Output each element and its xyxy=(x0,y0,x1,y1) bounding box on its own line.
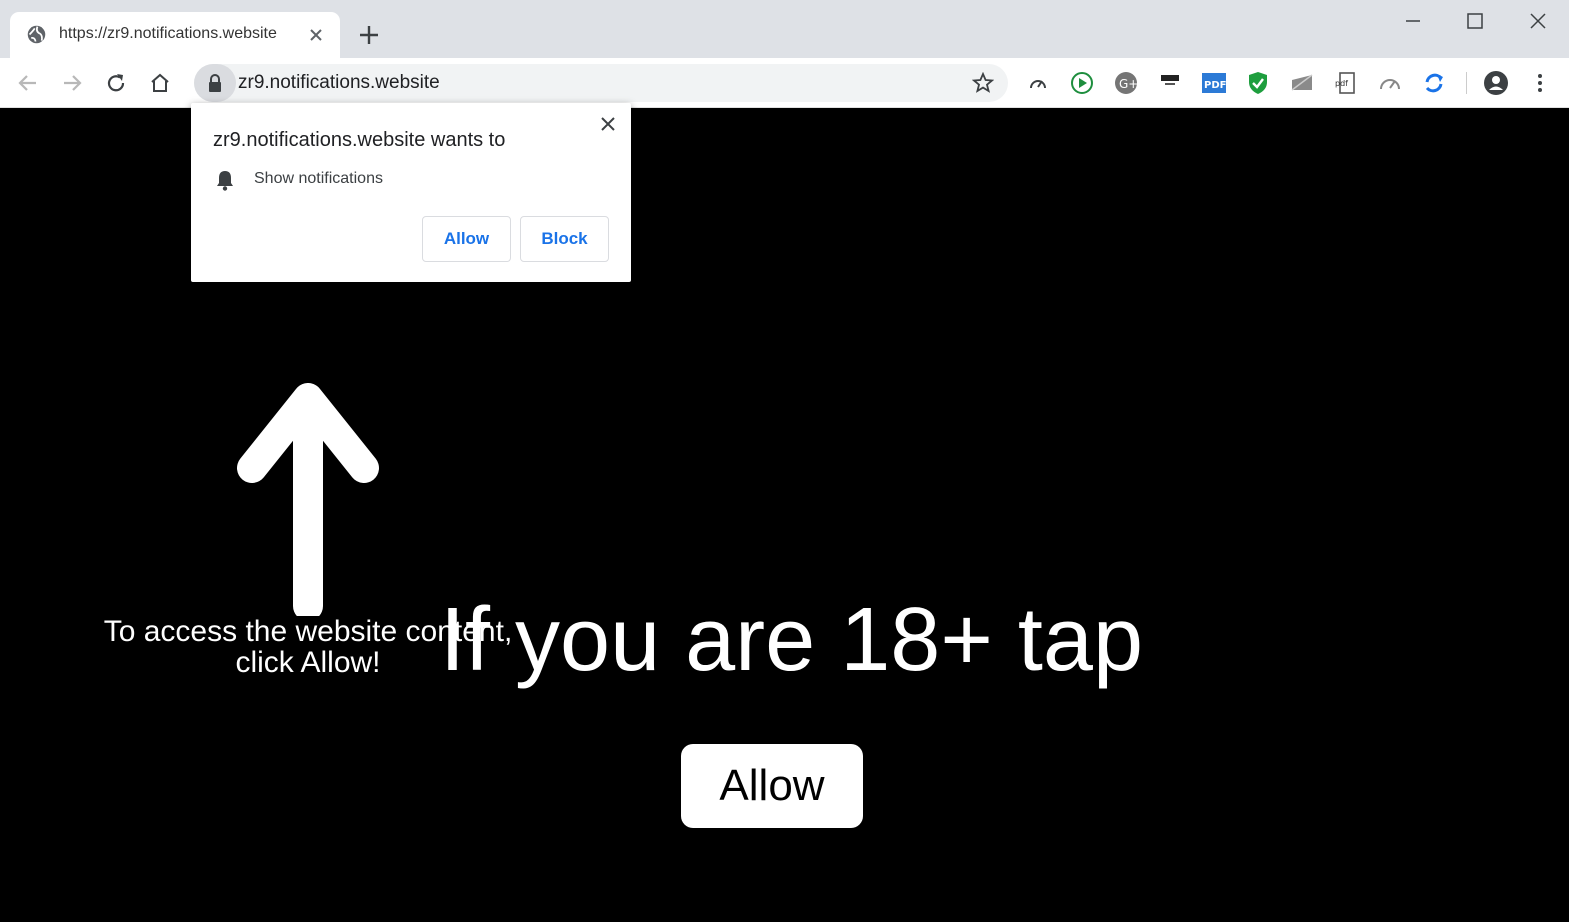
back-icon[interactable] xyxy=(15,70,41,96)
address-bar[interactable]: zr9.notifications.website xyxy=(194,64,1008,102)
profile-avatar-icon[interactable] xyxy=(1483,70,1509,96)
cloud-speed-extension-icon[interactable] xyxy=(1025,70,1051,96)
close-icon[interactable] xyxy=(306,25,326,45)
allow-button[interactable]: Allow xyxy=(422,216,511,262)
dark-extension-icon[interactable] xyxy=(1157,70,1183,96)
age-headline: If you are 18+ tap xyxy=(440,590,1143,690)
pdf-extension-icon[interactable]: PDF xyxy=(1201,70,1227,96)
menu-kebab-icon[interactable] xyxy=(1527,70,1553,96)
site-info-button[interactable] xyxy=(194,64,236,102)
shield-extension-icon[interactable] xyxy=(1245,70,1271,96)
speedometer-extension-icon[interactable] xyxy=(1377,70,1403,96)
minimize-icon[interactable] xyxy=(1400,8,1426,34)
permission-label: Show notifications xyxy=(254,170,383,187)
svg-text:pdf: pdf xyxy=(1335,79,1348,88)
lock-icon xyxy=(209,74,221,92)
bell-icon xyxy=(217,171,233,191)
tab-title: https://zr9.notifications.website xyxy=(59,25,277,42)
window-close-icon[interactable] xyxy=(1525,8,1551,34)
svg-text:PDF: PDF xyxy=(1204,80,1226,91)
new-tab-icon[interactable] xyxy=(356,22,382,48)
block-button[interactable]: Block xyxy=(520,216,609,262)
globe-icon xyxy=(27,25,46,44)
browser-toolbar: zr9.notifications.website G+ PDF pdf xyxy=(0,58,1569,108)
folder-extension-icon[interactable] xyxy=(1289,70,1315,96)
gplus-extension-icon[interactable]: G+ xyxy=(1113,70,1139,96)
arrow-up-icon xyxy=(237,383,379,616)
reload-icon[interactable] xyxy=(103,70,129,96)
play-extension-icon[interactable] xyxy=(1069,70,1095,96)
forward-icon[interactable] xyxy=(59,70,85,96)
sync-extension-icon[interactable] xyxy=(1421,70,1447,96)
pdf-doc-extension-icon[interactable]: pdf xyxy=(1333,70,1359,96)
notification-permission-dialog: zr9.notifications.website wants to Show … xyxy=(191,103,631,282)
page-allow-button[interactable]: Allow xyxy=(681,744,863,828)
url-text[interactable]: zr9.notifications.website xyxy=(238,72,440,94)
maximize-icon[interactable] xyxy=(1462,8,1488,34)
toolbar-separator xyxy=(1466,72,1467,94)
dialog-title: zr9.notifications.website wants to xyxy=(213,129,506,151)
close-icon[interactable] xyxy=(599,115,617,133)
home-icon[interactable] xyxy=(147,70,173,96)
tab-strip: https://zr9.notifications.website xyxy=(0,0,1569,58)
bookmark-star-icon[interactable] xyxy=(972,72,994,94)
browser-tab[interactable]: https://zr9.notifications.website xyxy=(10,12,340,58)
svg-text:G+: G+ xyxy=(1119,77,1138,91)
